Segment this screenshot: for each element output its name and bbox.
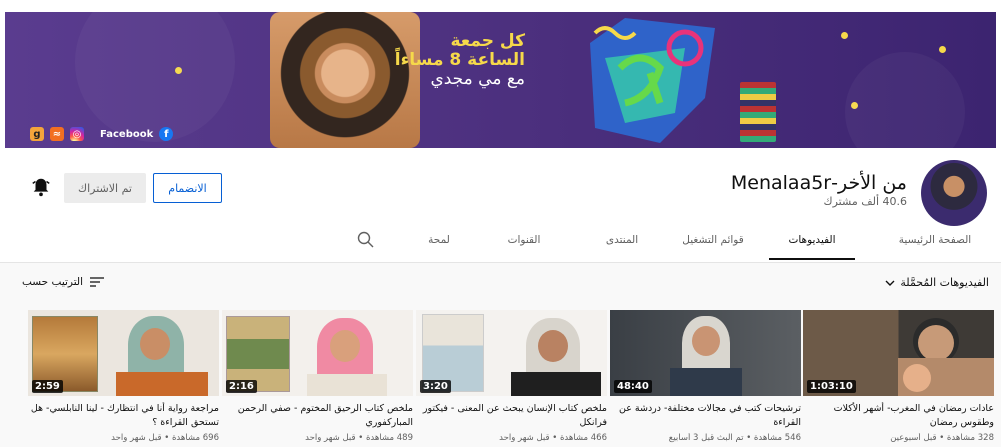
tab-videos[interactable]: الفيديوهات: [769, 222, 855, 260]
subscribed-button[interactable]: تم الاشتراك: [64, 173, 146, 203]
goodreads-icon[interactable]: g: [30, 127, 44, 141]
tab-community[interactable]: المنتدى: [597, 222, 647, 258]
video-thumbnail[interactable]: 3:20: [416, 310, 607, 396]
video-meta: 489 مشاهدة • قبل شهر واحد: [305, 433, 413, 443]
channel-avatar[interactable]: [921, 160, 987, 226]
join-button[interactable]: الانضمام: [153, 173, 222, 203]
video-title[interactable]: مراجعة رواية أنا في انتظارك - لينا الناب…: [28, 402, 219, 430]
video-meta: 696 مشاهدة • قبل شهر واحد: [111, 433, 219, 443]
video-thumbnail[interactable]: 48:40: [610, 310, 801, 396]
uploads-dropdown[interactable]: الفيديوهات المُحمَّلة: [884, 276, 989, 289]
video-card[interactable]: 1:03:10 عادات رمضان في المغرب- أشهر الأك…: [803, 310, 994, 443]
notification-bell-icon[interactable]: [30, 176, 52, 198]
tab-about[interactable]: لمحة: [419, 222, 459, 258]
video-duration: 2:59: [32, 380, 63, 393]
video-title[interactable]: ملخص كتاب الإنسان يبحث عن المعنى - فيكتو…: [416, 402, 607, 430]
video-card[interactable]: 2:16 ملخص كتاب الرحيق المختوم - صفي الرح…: [222, 310, 413, 443]
facebook-link-label[interactable]: Facebook: [100, 129, 153, 140]
social-links: g ≈ ◎ Facebook f: [30, 122, 174, 146]
video-card[interactable]: 2:59 مراجعة رواية أنا في انتظارك - لينا …: [28, 310, 219, 443]
sort-label: الترتيب حسب: [22, 276, 83, 288]
sort-icon: [90, 277, 104, 287]
video-title[interactable]: عادات رمضان في المغرب- أشهر الأكلات وطقو…: [803, 402, 994, 430]
video-meta: 328 مشاهدة • قبل أسبوعين: [890, 433, 994, 443]
video-thumbnail[interactable]: 1:03:10: [803, 310, 994, 396]
books-stack: [740, 82, 776, 142]
facebook-icon[interactable]: f: [159, 127, 174, 141]
video-duration: 2:16: [226, 380, 257, 393]
channel-header: من الأخر-Menalaa5r 40.6 ألف مشترك الانضم…: [0, 152, 1001, 262]
banner-line-1: كل جمعة: [450, 31, 525, 51]
soundcloud-icon[interactable]: ≈: [50, 127, 64, 141]
banner-line-2: الساعة 8 مساءاً: [394, 50, 525, 70]
banner-line-3: مع مي مجدي: [430, 69, 525, 89]
channel-tabs: الصفحة الرئيسية الفيديوهات قوائم التشغيل…: [0, 222, 1001, 260]
video-grid: 1:03:10 عادات رمضان في المغرب- أشهر الأك…: [0, 310, 1001, 447]
sort-by-button[interactable]: الترتيب حسب: [22, 276, 105, 288]
show-logo: [590, 18, 715, 143]
instagram-icon[interactable]: ◎: [70, 127, 84, 141]
video-thumbnail[interactable]: 2:16: [222, 310, 413, 396]
video-duration: 1:03:10: [807, 380, 856, 393]
video-title[interactable]: ملخص كتاب الرحيق المختوم - صفي الرحمن ال…: [222, 402, 413, 430]
video-thumbnail[interactable]: 2:59: [28, 310, 219, 396]
banner-schedule-text: كل جمعة الساعة 8 مساءاً مع مي مجدي: [377, 32, 525, 89]
video-duration: 3:20: [420, 380, 451, 393]
chevron-down-icon: [885, 280, 895, 286]
tab-home[interactable]: الصفحة الرئيسية: [895, 222, 975, 258]
video-card[interactable]: 48:40 ترشيحات كتب في مجالات مختلفة- دردش…: [610, 310, 801, 443]
search-icon[interactable]: [356, 230, 376, 250]
banner-art: كل جمعة الساعة 8 مساءاً مع مي مجدي g ≈ ◎…: [5, 12, 996, 148]
channel-title: من الأخر-Menalaa5r: [730, 172, 907, 194]
video-card[interactable]: 3:20 ملخص كتاب الإنسان يبحث عن المعنى - …: [416, 310, 607, 443]
videos-section: الفيديوهات المُحمَّلة الترتيب حسب 1:03:1…: [0, 262, 1001, 446]
video-duration: 48:40: [614, 380, 652, 393]
video-title[interactable]: ترشيحات كتب في مجالات مختلفة- دردشة عن ا…: [610, 402, 801, 430]
tab-channels[interactable]: القنوات: [499, 222, 549, 258]
video-meta: 546 مشاهدة • تم البث قبل 3 أسابيع: [668, 433, 801, 443]
tab-playlists[interactable]: قوائم التشغيل: [675, 222, 751, 258]
subscriber-count: 40.6 ألف مشترك: [823, 195, 907, 208]
uploads-title: الفيديوهات المُحمَّلة: [900, 276, 989, 289]
video-meta: 466 مشاهدة • قبل شهر واحد: [499, 433, 607, 443]
channel-banner: كل جمعة الساعة 8 مساءاً مع مي مجدي g ≈ ◎…: [0, 0, 1001, 152]
